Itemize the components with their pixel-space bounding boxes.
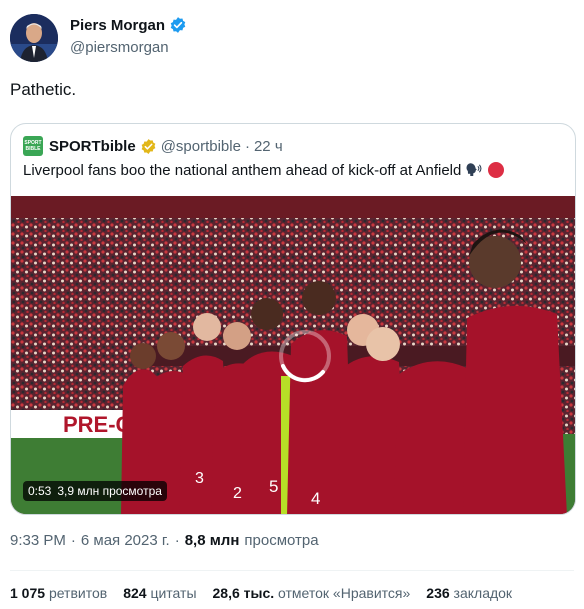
tweet-date[interactable]: 6 мая 2023 г. [81,532,170,549]
video-player[interactable]: PRE-C 3 2 5 4 0:53 3,9 млн просмотра [11,196,575,514]
author-handle[interactable]: @piersmorgan [70,39,169,56]
retweets-stat[interactable]: 1 075 ретвитов [10,585,107,601]
quoted-tweet-text: Liverpool fans boo the national anthem a… [23,161,462,179]
likes-stat[interactable]: 28,6 тыс. отметок «Нравится» [213,585,411,601]
video-views: 3,9 млн просмотра [57,484,162,498]
video-frame-image: PRE-C 3 2 5 4 [11,196,575,514]
meta-dot: · [70,532,76,549]
quoted-author-handle[interactable]: @sportbible [161,138,241,155]
quoted-tweet-header: SPORT BIBLE SPORTbible @sportbible · 22 … [23,136,283,156]
quoted-tweet-text-row: Liverpool fans boo the national anthem a… [23,161,505,179]
svg-text:2: 2 [233,485,242,502]
video-info-badge: 0:53 3,9 млн просмотра [23,481,167,501]
svg-text:4: 4 [311,489,320,508]
author-name-row: Piers Morgan [70,16,187,34]
speaking-head-icon [465,161,483,179]
bookmarks-stat[interactable]: 236 закладок [426,585,512,601]
author-avatar[interactable] [10,14,58,62]
quotes-stat[interactable]: 824 цитаты [123,585,196,601]
tweet-time[interactable]: 9:33 PM [10,532,66,549]
verified-badge-icon[interactable] [169,16,187,34]
tweet: Piers Morgan @piersmorgan Pathetic. SPOR… [0,0,584,609]
views-label: просмотра [244,532,319,549]
svg-text:5: 5 [269,477,278,496]
tweet-text: Pathetic. [10,80,77,99]
svg-text:3: 3 [195,470,204,487]
red-circle-icon [487,161,505,179]
author-display-name[interactable]: Piers Morgan [70,17,165,34]
verified-gold-badge-icon [140,138,157,155]
divider [10,570,574,571]
meta-dot-2: · [174,532,180,549]
video-duration: 0:53 [28,484,52,498]
separator-dot: · [244,137,250,155]
tweet-meta: 9:33 PM · 6 мая 2023 г. · 8,8 млн просмо… [10,532,319,549]
pitch-banner-text: PRE-C [63,412,132,437]
sportbible-logo: SPORT BIBLE [23,136,43,156]
engagement-stats: 1 075 ретвитов 824 цитаты 28,6 тыс. отме… [10,585,512,601]
quoted-tweet-time[interactable]: 22 ч [254,138,283,155]
views-count: 8,8 млн [184,532,240,549]
quoted-tweet-card[interactable]: SPORT BIBLE SPORTbible @sportbible · 22 … [10,123,576,515]
quoted-author-name[interactable]: SPORTbible [49,138,136,155]
